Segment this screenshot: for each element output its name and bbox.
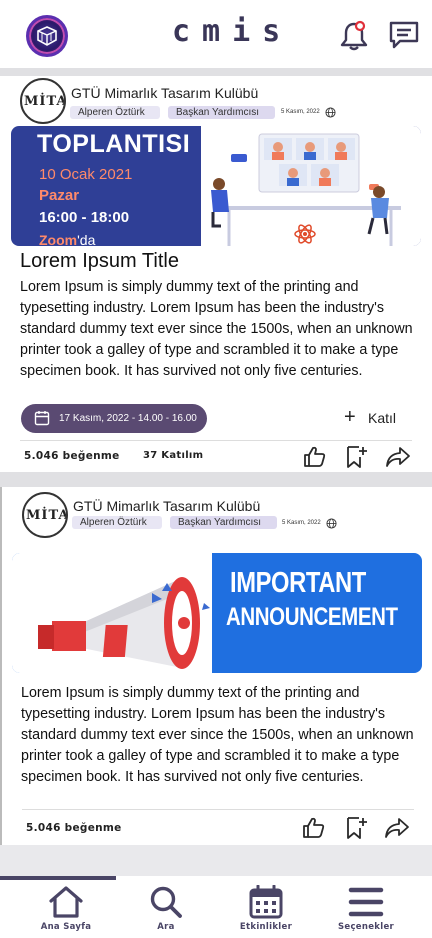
- post-card: MİTA GTÜ Mimarlık Tasarım Kulübü Alperen…: [0, 487, 432, 845]
- club-avatar[interactable]: MİTA: [20, 78, 66, 124]
- bell-icon[interactable]: [338, 20, 370, 56]
- share-icon[interactable]: [385, 445, 411, 469]
- banner-platform-suffix: 'da: [77, 232, 96, 246]
- nav-events[interactable]: Etkinlikler: [212, 876, 320, 938]
- club-name[interactable]: GTÜ Mimarlık Tasarım Kulübü: [73, 498, 260, 514]
- post-divider: [22, 809, 414, 810]
- banner-line-2: ANNOUNCEMENT: [226, 603, 398, 631]
- share-icon[interactable]: [384, 816, 410, 840]
- post-divider: [20, 440, 412, 441]
- join-label: Katıl: [368, 410, 397, 426]
- post-card: MİTA GTÜ Mimarlık Tasarım Kulübü Alperen…: [0, 76, 432, 472]
- calendar-icon: [34, 411, 50, 426]
- role-chip: Başkan Yardımcısı: [168, 106, 275, 119]
- post-date: 5 Kasım, 2022: [282, 520, 321, 526]
- banner-date: 10 Ocak 2021: [39, 166, 133, 183]
- event-time: 17 Kasım, 2022 - 14.00 - 16.00: [59, 413, 197, 424]
- post-banner-image[interactable]: IMPORTANT ANNOUNCEMENT: [12, 553, 422, 673]
- nav-search-label: Ara: [157, 922, 175, 932]
- post-date: 5 Kasım, 2022: [281, 109, 320, 115]
- likes-count[interactable]: 5.046 beğenme: [24, 450, 120, 462]
- nav-home[interactable]: Ana Sayfa: [12, 876, 120, 938]
- nav-search[interactable]: Ara: [112, 876, 220, 938]
- search-icon: [150, 886, 182, 918]
- nav-options-label: Seçenekler: [337, 922, 395, 932]
- plus-icon: +: [344, 406, 356, 428]
- author-chip[interactable]: Alperen Öztürk: [72, 516, 162, 529]
- bottom-navigation: Ana Sayfa Ara Etkinlikler Seçenekler: [0, 876, 432, 938]
- megaphone-icon: [38, 577, 210, 669]
- club-avatar[interactable]: MİTA: [22, 492, 68, 538]
- nav-events-label: Etkinlikler: [239, 922, 293, 932]
- globe-icon: [325, 107, 336, 118]
- banner-day: Pazar: [39, 187, 80, 204]
- calendar-icon: [249, 885, 283, 919]
- like-icon[interactable]: [303, 445, 327, 469]
- avatar-text: MİTA: [26, 508, 68, 523]
- app-screen: cmis MİTA GTÜ Mimarlık Tasarım Kulübü Al…: [0, 0, 432, 938]
- banner-platform: Zoom'da: [39, 232, 95, 246]
- role-chip: Başkan Yardımcısı: [170, 516, 277, 529]
- feed-divider: [0, 472, 432, 487]
- top-bar: cmis: [0, 0, 432, 68]
- banner-platform-name: Zoom: [39, 232, 78, 246]
- nav-home-label: Ana Sayfa: [40, 922, 92, 932]
- club-logo-icon[interactable]: [26, 15, 68, 57]
- avatar-text: MİTA: [24, 94, 66, 109]
- globe-icon: [326, 518, 337, 529]
- likes-count[interactable]: 5.046 beğenme: [26, 822, 122, 834]
- post-title[interactable]: Lorem Ipsum Title: [20, 250, 179, 273]
- chat-icon[interactable]: [388, 20, 420, 54]
- home-icon: [49, 886, 83, 918]
- author-chip[interactable]: Alperen Öztürk: [70, 106, 160, 119]
- app-title: cmis: [172, 14, 293, 49]
- club-name[interactable]: GTÜ Mimarlık Tasarım Kulübü: [71, 85, 258, 101]
- menu-icon: [348, 887, 384, 917]
- post-banner-image[interactable]: TOPLANTISI 10 Ocak 2021 Pazar 16:00 - 18…: [11, 126, 421, 246]
- post-body: Lorem Ipsum is simply dummy text of the …: [20, 279, 413, 379]
- banner-line-1: IMPORTANT: [230, 567, 366, 599]
- attendees-count[interactable]: 37 Katılım: [143, 450, 203, 461]
- save-icon[interactable]: [344, 816, 368, 840]
- nav-options[interactable]: Seçenekler: [312, 876, 420, 938]
- post-body: Lorem Ipsum is simply dummy text of the …: [21, 685, 414, 785]
- header-divider: [0, 68, 432, 76]
- like-icon[interactable]: [302, 816, 326, 840]
- video-meeting-illustration: [201, 126, 421, 246]
- event-time-pill[interactable]: 17 Kasım, 2022 - 14.00 - 16.00: [21, 404, 207, 433]
- banner-title: TOPLANTISI: [37, 130, 191, 158]
- banner-time: 16:00 - 18:00: [39, 209, 130, 226]
- save-icon[interactable]: [344, 445, 368, 469]
